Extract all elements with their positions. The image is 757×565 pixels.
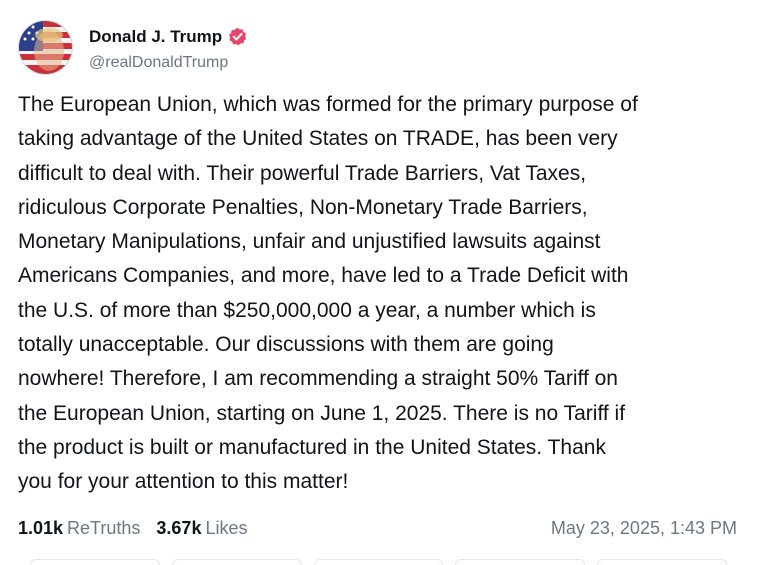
post-timestamp[interactable]: May 23, 2025, 1:43 PM (551, 518, 737, 539)
action-slot (30, 559, 160, 565)
post-body: The European Union, which was formed for… (18, 88, 743, 500)
post-line: the European Union, starting on June 1, … (18, 401, 626, 425)
post-line: Americans Companies, and more, have led … (18, 264, 629, 288)
likes-stat[interactable]: 3.67k Likes (156, 518, 247, 539)
avatar-image (19, 21, 72, 74)
verified-badge-icon (228, 27, 247, 46)
action-slot (597, 559, 727, 565)
post-line: taking advantage of the United States on… (18, 127, 618, 151)
post-line: Monetary Manipulations, unfair and unjus… (18, 230, 601, 254)
likes-label: Likes (205, 518, 248, 538)
avatar[interactable] (18, 20, 73, 75)
action-slot (171, 559, 302, 565)
name-row: Donald J. Trump (89, 24, 247, 50)
retruths-stat[interactable]: 1.01k ReTruths (18, 518, 140, 539)
author-handle[interactable]: @realDonaldTrump (89, 54, 247, 72)
post-line: nowhere! Therefore, I am recommending a … (18, 367, 618, 391)
action-slot (313, 559, 444, 565)
action-bar-edge (0, 559, 757, 565)
post-line: ridiculous Corporate Penalties, Non-Mone… (18, 195, 588, 219)
retruths-label: ReTruths (67, 518, 141, 538)
author-identity: Donald J. Trump @realDonaldTrump (89, 24, 247, 72)
post-footer: 1.01k ReTruths 3.67k Likes May 23, 2025,… (18, 518, 737, 539)
post-line: totally unacceptable. Our discussions wi… (18, 333, 554, 357)
action-slot (455, 559, 586, 565)
likes-count: 3.67k (156, 518, 202, 538)
post-header: Donald J. Trump @realDonaldTrump (18, 20, 247, 75)
post-line: the U.S. of more than $250,000,000 a yea… (18, 298, 596, 322)
author-name[interactable]: Donald J. Trump (89, 27, 222, 47)
post-line: difficult to deal with. Their powerful T… (18, 161, 587, 185)
post-line: you for your attention to this matter! (18, 470, 349, 494)
truth-post: Donald J. Trump @realDonaldTrump The Eur… (0, 0, 757, 565)
retruths-count: 1.01k (18, 518, 64, 538)
post-line: the product is built or manufactured in … (18, 435, 606, 459)
post-line: The European Union, which was formed for… (18, 93, 638, 116)
